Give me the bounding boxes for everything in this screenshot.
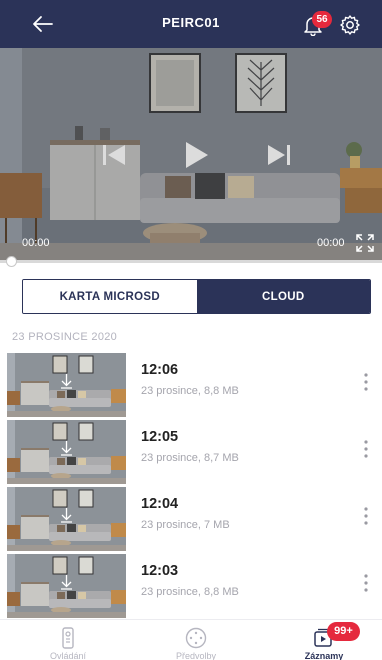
thumbnail-image	[7, 420, 126, 484]
recording-meta: 23 prosince, 8,8 MB	[141, 385, 239, 397]
header-bar: PEIRC01 56	[0, 0, 382, 48]
thumbnail-image	[7, 353, 126, 417]
bottom-nav: Ovládání Předvolby Záznamy	[0, 619, 382, 660]
nav-label: Předvolby	[175, 651, 217, 660]
previous-icon[interactable]	[101, 143, 127, 167]
recording-time: 12:05	[141, 429, 179, 445]
tab-microsd[interactable]: KARTA MICROSD	[23, 280, 197, 313]
list-item[interactable]: 12:04 23 prosince, 7 MB	[0, 487, 382, 551]
app-screen: PEIRC01 56 00:00 00:00 KARTA MICROSD CLO…	[0, 0, 382, 660]
recording-time: 12:04	[141, 496, 179, 512]
notification-badge: 56	[312, 11, 332, 28]
recordings-badge: 99+	[327, 622, 360, 641]
list-item[interactable]: 12:06 23 prosince, 8,8 MB	[0, 353, 382, 417]
date-header: 23 PROSINCE 2020	[12, 331, 118, 343]
remote-icon	[62, 627, 74, 649]
progress-knob[interactable]	[6, 256, 17, 267]
recording-time: 12:06	[141, 362, 179, 378]
list-item[interactable]: 12:03 23 prosince, 8,8 MB	[0, 554, 382, 618]
more-options-icon[interactable]	[361, 505, 371, 527]
play-icon[interactable]	[184, 140, 210, 170]
nav-item-presets[interactable]: Předvolby	[146, 620, 246, 660]
thumbnail-image	[7, 554, 126, 618]
progress-bar[interactable]	[0, 260, 382, 263]
recording-thumbnail[interactable]	[7, 487, 126, 551]
thumbnail-image	[7, 487, 126, 551]
nav-item-controls[interactable]: Ovládání	[18, 620, 118, 660]
next-icon[interactable]	[266, 143, 292, 167]
end-time: 00:00	[317, 237, 345, 249]
recording-thumbnail[interactable]	[7, 420, 126, 484]
nav-label: Ovládání	[49, 651, 87, 660]
list-item[interactable]: 12:05 23 prosince, 8,7 MB	[0, 420, 382, 484]
recording-thumbnail[interactable]	[7, 554, 126, 618]
recording-time: 12:03	[141, 563, 179, 579]
fullscreen-icon[interactable]	[355, 233, 375, 253]
presets-icon	[185, 627, 207, 649]
recording-meta: 23 prosince, 8,8 MB	[141, 586, 239, 598]
current-time: 00:00	[22, 237, 50, 249]
more-options-icon[interactable]	[361, 438, 371, 460]
recording-thumbnail[interactable]	[7, 353, 126, 417]
more-options-icon[interactable]	[361, 572, 371, 594]
recording-meta: 23 prosince, 8,7 MB	[141, 452, 239, 464]
video-player[interactable]	[0, 48, 382, 261]
more-options-icon[interactable]	[361, 371, 371, 393]
gear-icon[interactable]	[338, 13, 362, 37]
nav-item-recordings[interactable]: Záznamy	[274, 620, 374, 660]
storage-tabs: KARTA MICROSD CLOUD	[22, 279, 371, 314]
nav-label: Záznamy	[304, 651, 344, 660]
tab-cloud[interactable]: CLOUD	[196, 280, 370, 313]
recording-meta: 23 prosince, 7 MB	[141, 519, 230, 531]
